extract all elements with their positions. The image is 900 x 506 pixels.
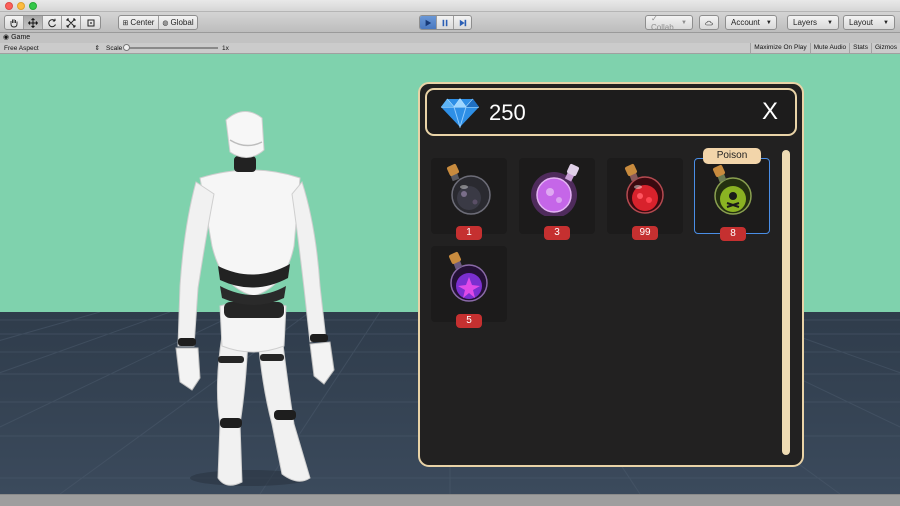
window-title-bar (0, 0, 900, 12)
hand-icon (10, 18, 18, 27)
scale-icon (66, 18, 76, 27)
play-button[interactable] (420, 16, 437, 29)
game-tab-bar: ◉ Game (0, 33, 900, 43)
step-icon (459, 19, 466, 26)
rotate-icon (48, 18, 56, 27)
account-label: Account (731, 18, 760, 27)
inventory-scrollbar[interactable] (782, 150, 790, 455)
cloud-button[interactable] (699, 15, 719, 30)
poison-potion-icon (713, 165, 752, 215)
scale-slider[interactable] (123, 44, 218, 51)
status-bar (0, 494, 900, 506)
gizmos-dropdown[interactable]: Gizmos (870, 43, 900, 53)
cloud-icon (705, 20, 713, 25)
item-count-badge: 5 (456, 314, 482, 328)
space-global-button[interactable]: ◍ Global (159, 16, 197, 29)
maximize-on-play-button[interactable]: Maximize On Play (750, 43, 809, 53)
game-view-options: Maximize On Play Mute Audio Stats Gizmos (750, 43, 900, 53)
tab-game-label: Game (11, 34, 31, 41)
globe-icon: ◍ (162, 19, 169, 27)
rect-tool-button[interactable] (81, 16, 100, 29)
inventory-header: 250 X (425, 88, 797, 136)
layers-dropdown[interactable]: Layers ▼ (787, 15, 839, 30)
aspect-label: Free Aspect (4, 45, 39, 52)
gamepad-icon: ◉ (3, 34, 10, 41)
chevron-down-icon: ▼ (827, 19, 833, 26)
scale-slider-knob[interactable] (123, 44, 130, 51)
zoom-window-button[interactable] (29, 2, 37, 10)
pivot-icon: ⊞ (122, 19, 129, 27)
hand-tool-button[interactable] (5, 16, 24, 29)
purple-glow-potion-icon (531, 164, 579, 216)
inventory-slot[interactable]: 1 (431, 158, 507, 240)
currency-amount: 250 (489, 100, 526, 125)
space-label: Global (170, 18, 194, 27)
chevron-down-icon: ▼ (681, 19, 687, 26)
item-count-badge: 3 (544, 226, 570, 240)
inventory-panel: 250 X 1 3 99 8 Poison 5 (418, 82, 804, 467)
rotate-tool-button[interactable] (43, 16, 62, 29)
pause-icon (442, 19, 448, 26)
tab-game[interactable]: ◉ Game (3, 33, 30, 43)
red-potion-icon (625, 164, 664, 214)
character-model (175, 111, 335, 486)
collab-dropdown[interactable]: ✓ Collab ▼ (645, 14, 693, 32)
game-view-toolbar: Free Aspect ⇕ Scale 1x Maximize On Play … (0, 43, 900, 54)
chevron-down-icon: ▼ (765, 19, 772, 26)
scale-value: 1x (222, 45, 229, 52)
dark-potion-icon (447, 164, 491, 215)
collab-text: Collab (651, 22, 674, 32)
close-window-button[interactable] (5, 2, 13, 10)
minimize-window-button[interactable] (17, 2, 25, 10)
account-dropdown[interactable]: Account ▼ (725, 15, 777, 30)
inventory-slot-selected[interactable]: 8 (694, 158, 770, 241)
mute-audio-button[interactable]: Mute Audio (809, 43, 850, 53)
chevron-down-icon: ▼ (883, 19, 889, 26)
check-icon: ✓ (651, 13, 658, 23)
layout-label: Layout (849, 18, 874, 27)
item-count-badge: 8 (720, 227, 746, 241)
rect-transform-icon (87, 19, 94, 26)
pivot-toggles: ⊞ Center ◍ Global (118, 15, 198, 30)
layout-dropdown[interactable]: Layout ▼ (843, 15, 895, 30)
main-toolbar: ⊞ Center ◍ Global ✓ Collab ▼ Account ▼ L… (0, 12, 900, 33)
transform-tools (4, 15, 101, 30)
updown-icon: ⇕ (94, 45, 100, 52)
step-button[interactable] (454, 16, 471, 29)
move-tool-button[interactable] (24, 16, 43, 29)
item-tooltip: Poison (703, 148, 761, 164)
play-icon (425, 19, 432, 26)
pivot-label: Center (130, 18, 155, 27)
stats-button[interactable]: Stats (849, 43, 871, 53)
unity-editor-window: ⊞ Center ◍ Global ✓ Collab ▼ Account ▼ L… (0, 0, 900, 506)
item-count-badge: 99 (632, 226, 658, 240)
inventory-slot[interactable]: 5 (431, 246, 507, 328)
aspect-dropdown[interactable]: Free Aspect ⇕ (4, 44, 100, 53)
item-count-badge: 1 (456, 226, 482, 240)
inventory-slot[interactable]: 99 (607, 158, 683, 240)
pause-button[interactable] (437, 16, 454, 29)
move-arrows-icon (28, 17, 38, 28)
collab-label: ✓ Collab (651, 14, 675, 32)
violet-flower-potion-icon (449, 252, 488, 302)
scale-tool-button[interactable] (62, 16, 81, 29)
playback-controls (419, 15, 472, 30)
diamond-icon (441, 98, 479, 128)
pivot-center-button[interactable]: ⊞ Center (119, 16, 159, 29)
scale-label: Scale (106, 45, 123, 52)
close-inventory-button[interactable]: X (762, 98, 778, 126)
game-viewport[interactable]: 250 X 1 3 99 8 Poison 5 (0, 54, 900, 494)
inventory-slot[interactable]: 3 (519, 158, 595, 240)
layers-label: Layers (793, 18, 818, 27)
